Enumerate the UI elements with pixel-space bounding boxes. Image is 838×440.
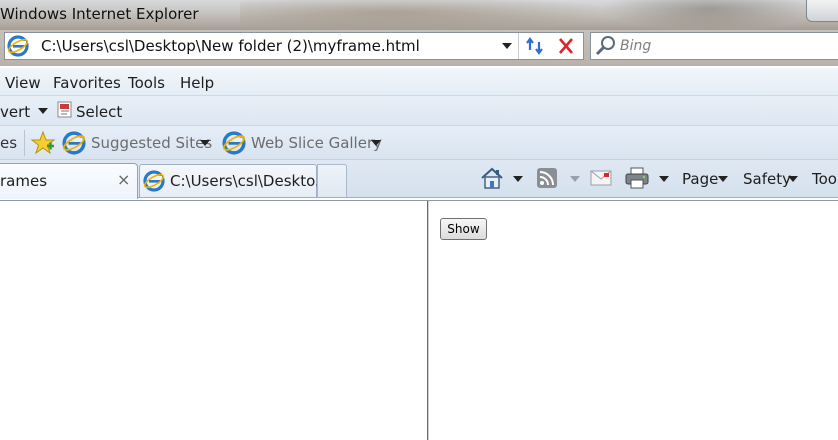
home-dropdown-icon[interactable]: [513, 176, 523, 182]
refresh-icon[interactable]: [522, 34, 548, 58]
left-frame: [0, 201, 427, 440]
home-icon[interactable]: [480, 166, 504, 190]
window-control-button[interactable]: [806, 0, 838, 22]
menu-view[interactable]: View: [5, 74, 41, 92]
stop-icon[interactable]: [553, 34, 579, 58]
window-title: Windows Internet Explorer: [0, 5, 199, 23]
menu-tools[interactable]: Tools: [128, 74, 165, 92]
ie-page-icon: [143, 170, 165, 192]
favorites-separator: [24, 130, 25, 156]
show-button[interactable]: Show: [440, 218, 487, 240]
convert-button[interactable]: vert: [0, 103, 30, 121]
search-icon[interactable]: [594, 34, 618, 58]
tab-second-label: C:\Users\csl\Deskto...: [170, 172, 330, 190]
page-dropdown-icon[interactable]: [718, 176, 728, 182]
address-url[interactable]: C:\Users\csl\Desktop\New folder (2)\myfr…: [41, 37, 420, 55]
print-dropdown-icon[interactable]: [659, 176, 669, 182]
frame-divider[interactable]: [427, 201, 429, 440]
ie-page-icon: [62, 131, 86, 155]
search-input[interactable]: [620, 36, 820, 56]
feeds-icon[interactable]: [536, 167, 558, 189]
ie-page-icon: [7, 35, 29, 57]
command-row: [0, 96, 838, 126]
mail-icon[interactable]: [590, 169, 612, 187]
favorites-button[interactable]: es: [0, 134, 17, 152]
safety-dropdown-icon[interactable]: [788, 176, 798, 182]
menu-bar: [0, 68, 838, 96]
safety-menu-button[interactable]: Safety: [743, 170, 791, 188]
add-favorite-star-icon[interactable]: [30, 130, 56, 156]
page-menu-button[interactable]: Page: [682, 170, 718, 188]
web-slice-gallery-link[interactable]: Web Slice Gallery: [251, 134, 382, 152]
address-dropdown-icon[interactable]: [500, 35, 514, 57]
ie-page-icon: [222, 131, 246, 155]
suggested-sites-dropdown-icon[interactable]: [200, 140, 210, 146]
right-frame: [430, 201, 838, 440]
feeds-dropdown-icon[interactable]: [570, 176, 580, 182]
new-tab-button[interactable]: [317, 164, 347, 197]
tools-menu-button[interactable]: Too: [812, 170, 837, 188]
menu-help[interactable]: Help: [180, 74, 214, 92]
web-slice-gallery-dropdown-icon[interactable]: [371, 140, 381, 146]
close-tab-icon[interactable]: ×: [117, 170, 130, 189]
convert-dropdown-icon[interactable]: [38, 108, 48, 114]
select-icon: [57, 101, 72, 118]
tab-active-label: rames: [0, 172, 48, 190]
print-icon[interactable]: [624, 166, 650, 190]
menu-favorites[interactable]: Favorites: [53, 74, 121, 92]
select-button[interactable]: Select: [76, 103, 122, 121]
suggested-sites-link[interactable]: Suggested Sites: [91, 134, 212, 152]
address-separator: [518, 33, 519, 59]
